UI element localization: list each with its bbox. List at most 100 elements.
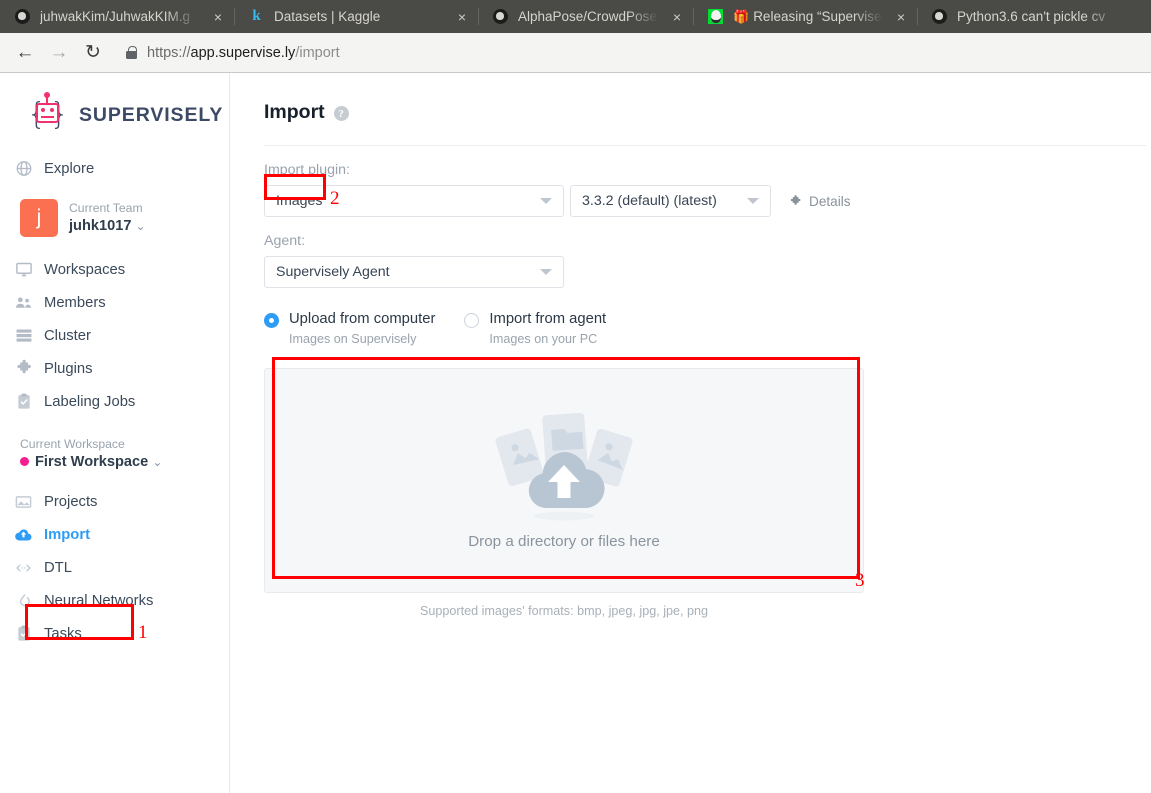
forward-icon[interactable]: → xyxy=(44,38,74,68)
details-link[interactable]: Details xyxy=(789,194,851,209)
monitor-icon xyxy=(14,260,33,279)
sidebar-item-workspaces[interactable]: Workspaces xyxy=(0,253,229,286)
sidebar-item-neural-networks[interactable]: Neural Networks xyxy=(0,584,229,617)
import-plugin-label: Import plugin: xyxy=(264,162,350,178)
sidebar-item-label: Projects xyxy=(44,493,98,510)
agent-select[interactable]: Supervisely Agent xyxy=(264,256,564,288)
sidebar-item-tasks[interactable]: Tasks xyxy=(0,617,229,650)
clipboard-check-icon xyxy=(14,624,33,643)
people-icon xyxy=(14,293,33,312)
reload-icon[interactable]: ↻ xyxy=(78,38,108,68)
browser-tab-title: Python3.6 can't pickle cv xyxy=(957,9,1106,24)
address-bar[interactable]: https://app.supervise.ly/import xyxy=(126,39,1141,67)
server-list-icon xyxy=(14,326,33,345)
url-path: /import xyxy=(295,44,340,61)
dropzone-label: Drop a directory or files here xyxy=(468,533,660,551)
radio-title: Import from agent xyxy=(489,311,607,327)
sidebar-item-cluster[interactable]: Cluster xyxy=(0,319,229,352)
browser-tab[interactable]: 🎁 Releasing “Supervisely × xyxy=(693,0,917,33)
browser-tab-title: AlphaPose/CrowdPose.m xyxy=(518,9,659,24)
sidebar-item-plugins[interactable]: Plugins xyxy=(0,352,229,385)
close-icon[interactable]: × xyxy=(667,7,687,27)
workspace-name-text: First Workspace xyxy=(35,454,149,471)
flame-icon xyxy=(14,591,33,610)
sidebar-item-label: Labeling Jobs xyxy=(44,393,136,410)
green-square-icon xyxy=(707,8,724,25)
sidebar-item-label: Tasks xyxy=(44,625,82,642)
dropzone[interactable]: Drop a directory or files here xyxy=(264,368,864,594)
chevron-down-icon[interactable]: ⌄ xyxy=(136,219,146,233)
brand-logo[interactable]: { } SUPERVISELY xyxy=(0,73,229,135)
import-plugin-select[interactable]: Images xyxy=(264,185,564,217)
annotation-number-2: 2 xyxy=(330,188,340,209)
close-icon[interactable]: × xyxy=(891,7,911,27)
upload-illustration-icon xyxy=(484,405,644,527)
sidebar-item-explore[interactable]: Explore xyxy=(0,152,229,185)
browser-tab-title: juhwakKim/JuhwakKIM.g xyxy=(40,9,191,24)
lock-icon xyxy=(126,45,137,60)
clipboard-check-icon xyxy=(14,392,33,411)
image-stack-icon xyxy=(14,492,33,511)
agent-label: Agent: xyxy=(264,233,306,249)
team-name-text: juhk1017 xyxy=(69,217,132,234)
current-team-label: Current Team xyxy=(69,201,143,216)
main-content: Import ? Import plugin: Images 3.3.2 (de… xyxy=(230,73,1151,793)
sidebar-item-members[interactable]: Members xyxy=(0,286,229,319)
annotation-number-1: 1 xyxy=(138,622,148,643)
brand-name: SUPERVISELY xyxy=(79,103,224,126)
radio-circle-icon[interactable] xyxy=(264,313,279,328)
sidebar-item-label: Explore xyxy=(44,160,95,177)
chevron-down-icon[interactable] xyxy=(540,269,552,275)
cloud-upload-icon xyxy=(14,525,33,544)
plugin-row: Images 3.3.2 (default) (latest) Details xyxy=(264,185,1151,217)
supervisely-robot-icon: { } xyxy=(27,92,69,132)
back-icon[interactable]: ← xyxy=(10,38,40,68)
browser-tab[interactable]: AlphaPose/CrowdPose.m × xyxy=(478,0,693,33)
sidebar-item-label: Cluster xyxy=(44,327,91,344)
code-arrows-icon xyxy=(14,558,33,577)
radio-import-from-agent[interactable]: Import from agent Images on your PC xyxy=(464,310,606,346)
details-label: Details xyxy=(809,193,851,209)
current-team-block[interactable]: j Current Team juhk1017 ⌄ xyxy=(0,199,229,237)
sidebar-item-label: Neural Networks xyxy=(44,592,154,609)
url-host: app.supervise.ly xyxy=(190,44,296,61)
current-workspace-block[interactable]: Current Workspace First Workspace ⌄ xyxy=(0,436,229,473)
page-title-row: Import ? xyxy=(264,101,1151,124)
browser-tab[interactable]: k Datasets | Kaggle × xyxy=(234,0,478,33)
chevron-down-icon[interactable] xyxy=(540,198,552,204)
browser-tab-title: Releasing “Supervisely xyxy=(753,9,883,24)
plugin-version-select[interactable]: 3.3.2 (default) (latest) xyxy=(570,185,771,217)
github-icon xyxy=(492,8,509,25)
radio-circle-icon[interactable] xyxy=(464,313,480,328)
browser-tab[interactable]: Python3.6 can't pickle cv xyxy=(917,0,1127,33)
chevron-down-icon[interactable]: ⌄ xyxy=(152,455,162,469)
current-workspace-name: First Workspace ⌄ xyxy=(20,453,229,473)
sidebar-item-labeling-jobs[interactable]: Labeling Jobs xyxy=(0,385,229,418)
sidebar-item-projects[interactable]: Projects xyxy=(0,485,229,518)
browser-tab-title: Datasets | Kaggle xyxy=(274,9,381,24)
supported-formats-note: Supported images' formats: bmp, jpeg, jp… xyxy=(419,604,709,619)
current-workspace-label: Current Workspace xyxy=(20,437,125,451)
sidebar: { } SUPERVISELY Explore j Current Team j… xyxy=(0,73,230,793)
avatar: j xyxy=(20,199,58,237)
kaggle-icon: k xyxy=(252,8,261,24)
radio-title: Upload from computer xyxy=(289,311,436,327)
radio-upload-from-computer[interactable]: Upload from computer Images on Supervise… xyxy=(264,310,435,346)
chevron-down-icon[interactable] xyxy=(747,198,759,204)
help-icon[interactable]: ? xyxy=(333,106,349,121)
puzzle-icon xyxy=(789,194,802,208)
page-title: Import xyxy=(264,101,325,123)
close-icon[interactable]: × xyxy=(452,7,472,27)
url-scheme: https:// xyxy=(147,44,191,61)
browser-toolbar: ← → ↻ https://app.supervise.ly/import xyxy=(0,33,1151,73)
sidebar-item-import[interactable]: Import xyxy=(0,518,229,551)
agent-select-value: Supervisely Agent xyxy=(276,264,390,280)
globe-icon xyxy=(14,159,33,178)
sidebar-item-dtl[interactable]: DTL xyxy=(0,551,229,584)
plugin-select-value: Images xyxy=(276,193,323,209)
annotation-number-3: 3 xyxy=(855,570,865,591)
source-radio-group: Upload from computer Images on Supervise… xyxy=(264,310,1151,346)
close-icon[interactable]: × xyxy=(208,7,228,27)
radio-subtitle: Images on your PC xyxy=(489,332,598,347)
browser-tab[interactable]: juhwakKim/JuhwakKIM.g × xyxy=(0,0,234,33)
